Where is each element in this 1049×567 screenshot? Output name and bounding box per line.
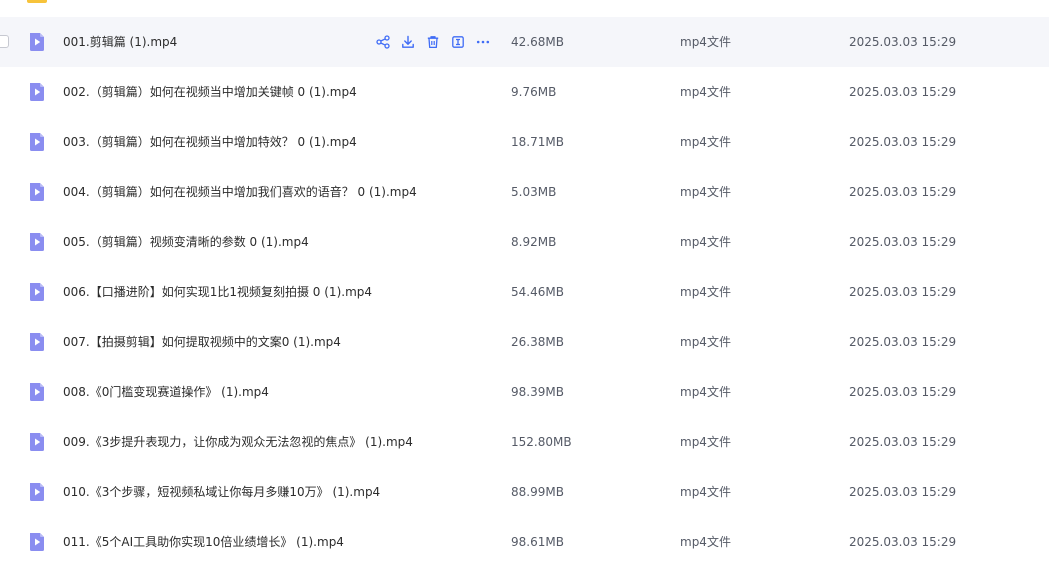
file-modified-time: 2025.03.03 15:29 (849, 285, 957, 299)
file-modified-time: 2025.03.03 15:29 (849, 335, 957, 349)
file-name[interactable]: 002.（剪辑篇）如何在视频当中增加关键帧 0 (1).mp4 (63, 83, 357, 101)
row-actions (375, 34, 500, 50)
file-modified-time: 2025.03.03 15:29 (849, 535, 957, 549)
file-row[interactable]: 001.剪辑篇 (1).mp4 42.68MB mp4文件 2025.03.03 15… (0, 17, 1049, 67)
file-name[interactable]: 010.《3个步骤，短视频私域让你每月多赚10万》 (1).mp4 (63, 483, 380, 501)
delete-icon[interactable] (425, 34, 441, 50)
file-size: 152.80MB (511, 435, 572, 449)
file-name[interactable]: 004.（剪辑篇）如何在视频当中增加我们喜欢的语音？ 0 (1).mp4 (63, 183, 417, 201)
download-icon[interactable] (400, 34, 416, 50)
video-file-icon (27, 482, 47, 502)
file-modified-time: 2025.03.03 15:29 (849, 235, 957, 249)
file-modified-time: 2025.03.03 15:29 (849, 485, 957, 499)
file-type: mp4文件 (680, 535, 731, 549)
video-file-icon (27, 132, 47, 152)
file-modified-time: 2025.03.03 15:29 (849, 435, 957, 449)
video-file-icon (27, 232, 47, 252)
video-file-icon (27, 332, 47, 352)
file-size: 5.03MB (511, 185, 557, 199)
file-modified-time: 2025.03.03 15:29 (849, 135, 957, 149)
file-name[interactable]: 009.《3步提升表现力，让你成为观众无法忽视的焦点》 (1).mp4 (63, 433, 413, 451)
file-size: 98.39MB (511, 385, 564, 399)
file-type: mp4文件 (680, 485, 731, 499)
video-file-icon (27, 532, 47, 552)
file-type: mp4文件 (680, 385, 731, 399)
file-row[interactable]: 008.《0门槛变现赛道操作》 (1).mp4 98.39MB mp4文件 2025.… (0, 367, 1049, 417)
video-file-icon (27, 182, 47, 202)
file-row[interactable]: 003.（剪辑篇）如何在视频当中增加特效？ 0 (1).mp4 18.71MB mp… (0, 117, 1049, 167)
file-modified-time: 2025.03.03 15:29 (849, 35, 957, 49)
file-type: mp4文件 (680, 35, 731, 49)
file-row[interactable]: 011.《5个AI工具助你实现10倍业绩增长》 (1).mp4 98.61MB mp… (0, 517, 1049, 567)
more-icon[interactable] (475, 34, 491, 50)
video-file-icon (27, 432, 47, 452)
file-row[interactable]: 010.《3个步骤，短视频私域让你每月多赚10万》 (1).mp4 88.99MB… (0, 467, 1049, 517)
file-name[interactable]: 006.【口播进阶】如何实现1比1视频复刻拍摄 0 (1).mp4 (63, 283, 372, 301)
file-type: mp4文件 (680, 285, 731, 299)
file-size: 54.46MB (511, 285, 564, 299)
file-type: mp4文件 (680, 185, 731, 199)
file-row[interactable]: 007.【拍摄剪辑】如何提取视频中的文案0 (1).mp4 26.38MB mp4文… (0, 317, 1049, 367)
file-type: mp4文件 (680, 435, 731, 449)
file-type: mp4文件 (680, 85, 731, 99)
file-type: mp4文件 (680, 135, 731, 149)
video-file-icon (27, 382, 47, 402)
file-row[interactable]: 004.（剪辑篇）如何在视频当中增加我们喜欢的语音？ 0 (1).mp4 5.03… (0, 167, 1049, 217)
file-size: 98.61MB (511, 535, 564, 549)
row-checkbox[interactable] (0, 35, 9, 48)
file-size: 8.92MB (511, 235, 557, 249)
file-name[interactable]: 005.（剪辑篇）视频变清晰的参数 0 (1).mp4 (63, 233, 309, 251)
share-icon[interactable] (375, 34, 391, 50)
file-row[interactable]: 009.《3步提升表现力，让你成为观众无法忽视的焦点》 (1).mp4 152.8… (0, 417, 1049, 467)
file-type: mp4文件 (680, 235, 731, 249)
file-list: 001.剪辑篇 (1).mp4 42.68MB mp4文件 2025.03.03 15… (0, 0, 1049, 566)
file-row[interactable]: 005.（剪辑篇）视频变清晰的参数 0 (1).mp4 8.92MB mp4文件 20… (0, 217, 1049, 267)
video-file-icon (27, 32, 47, 52)
file-name[interactable]: 011.《5个AI工具助你实现10倍业绩增长》 (1).mp4 (63, 533, 344, 551)
file-size: 18.71MB (511, 135, 564, 149)
file-size: 88.99MB (511, 485, 564, 499)
file-name[interactable]: 008.《0门槛变现赛道操作》 (1).mp4 (63, 383, 269, 401)
file-size: 9.76MB (511, 85, 557, 99)
file-size: 42.68MB (511, 35, 564, 49)
folder-icon[interactable] (27, 0, 47, 3)
file-size: 26.38MB (511, 335, 564, 349)
file-name[interactable]: 001.剪辑篇 (1).mp4 (63, 33, 177, 51)
file-modified-time: 2025.03.03 15:29 (849, 385, 957, 399)
video-file-icon (27, 282, 47, 302)
file-modified-time: 2025.03.03 15:29 (849, 85, 957, 99)
file-name[interactable]: 007.【拍摄剪辑】如何提取视频中的文案0 (1).mp4 (63, 333, 341, 351)
file-row[interactable]: 002.（剪辑篇）如何在视频当中增加关键帧 0 (1).mp4 9.76MB mp4… (0, 67, 1049, 117)
file-modified-time: 2025.03.03 15:29 (849, 185, 957, 199)
preview-icon[interactable] (450, 34, 466, 50)
file-row[interactable]: 006.【口播进阶】如何实现1比1视频复刻拍摄 0 (1).mp4 54.46MB… (0, 267, 1049, 317)
file-name[interactable]: 003.（剪辑篇）如何在视频当中增加特效？ 0 (1).mp4 (63, 133, 357, 151)
file-type: mp4文件 (680, 335, 731, 349)
video-file-icon (27, 82, 47, 102)
